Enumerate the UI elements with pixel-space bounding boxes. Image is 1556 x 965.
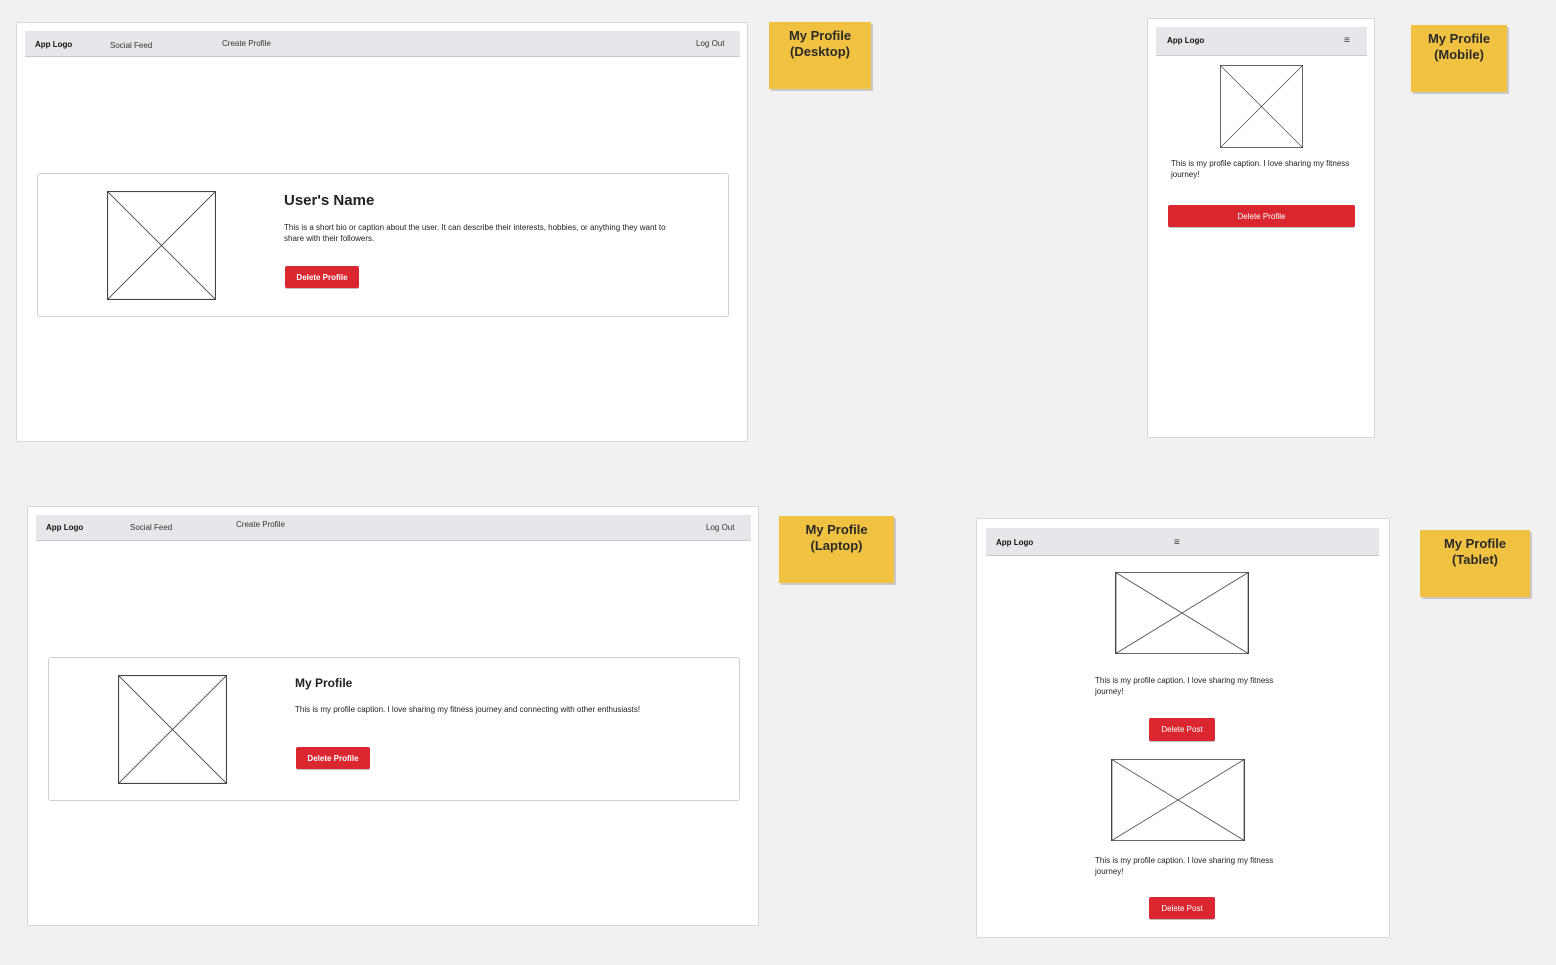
profile-caption: This is a short bio or caption about the… bbox=[284, 223, 666, 243]
tablet-navbar: App Logo ≡ bbox=[986, 528, 1379, 556]
app-logo[interactable]: App Logo bbox=[46, 523, 83, 532]
desktop-wireframe: App Logo Social Feed Create Profile Log … bbox=[16, 22, 748, 442]
delete-profile-button[interactable]: Delete Profile bbox=[296, 747, 370, 769]
app-logo[interactable]: App Logo bbox=[1167, 36, 1204, 45]
nav-social-feed[interactable]: Social Feed bbox=[130, 523, 172, 532]
sticky-note-tablet: My Profile (Tablet) bbox=[1420, 530, 1530, 597]
mobile-wireframe: App Logo ≡ This is my profile caption. I… bbox=[1147, 18, 1375, 438]
sticky-note-laptop: My Profile (Laptop) bbox=[779, 516, 894, 583]
nav-log-out[interactable]: Log Out bbox=[706, 523, 734, 532]
delete-profile-button[interactable]: Delete Profile bbox=[1168, 205, 1355, 227]
profile-title: User's Name bbox=[284, 192, 375, 209]
profile-title: My Profile bbox=[295, 676, 353, 690]
delete-post-button[interactable]: Delete Post bbox=[1149, 718, 1215, 741]
app-logo[interactable]: App Logo bbox=[35, 40, 72, 49]
post-caption: This is my profile caption. I love shari… bbox=[1095, 676, 1274, 696]
profile-caption: This is my profile caption. I love shari… bbox=[1171, 159, 1350, 179]
delete-profile-button[interactable]: Delete Profile bbox=[285, 266, 359, 288]
hamburger-menu-icon[interactable]: ≡ bbox=[1344, 36, 1350, 46]
desktop-navbar: App Logo Social Feed Create Profile Log … bbox=[25, 31, 740, 57]
post-image-placeholder bbox=[1111, 759, 1245, 841]
post-image-placeholder bbox=[1115, 572, 1249, 654]
app-logo[interactable]: App Logo bbox=[996, 538, 1033, 547]
mobile-navbar: App Logo ≡ bbox=[1156, 27, 1367, 56]
nav-social-feed[interactable]: Social Feed bbox=[110, 41, 152, 50]
profile-card: User's Name This is a short bio or capti… bbox=[37, 173, 729, 317]
tablet-wireframe: App Logo ≡ This is my profile caption. I… bbox=[976, 518, 1390, 938]
post-caption: This is my profile caption. I love shari… bbox=[1095, 856, 1274, 876]
nav-create-profile[interactable]: Create Profile bbox=[222, 39, 271, 48]
hamburger-menu-icon[interactable]: ≡ bbox=[1174, 538, 1180, 548]
laptop-navbar: App Logo Social Feed Create Profile Log … bbox=[36, 515, 751, 541]
profile-image-placeholder bbox=[118, 675, 227, 784]
profile-card: My Profile This is my profile caption. I… bbox=[48, 657, 740, 801]
sticky-note-desktop: My Profile (Desktop) bbox=[769, 22, 871, 89]
profile-image-placeholder bbox=[1220, 65, 1303, 148]
nav-log-out[interactable]: Log Out bbox=[696, 39, 724, 48]
delete-post-button[interactable]: Delete Post bbox=[1149, 897, 1215, 919]
sticky-note-mobile: My Profile (Mobile) bbox=[1411, 25, 1507, 92]
nav-create-profile[interactable]: Create Profile bbox=[236, 520, 285, 529]
laptop-wireframe: App Logo Social Feed Create Profile Log … bbox=[27, 506, 759, 926]
profile-image-placeholder bbox=[107, 191, 216, 300]
profile-caption: This is my profile caption. I love shari… bbox=[295, 705, 641, 714]
